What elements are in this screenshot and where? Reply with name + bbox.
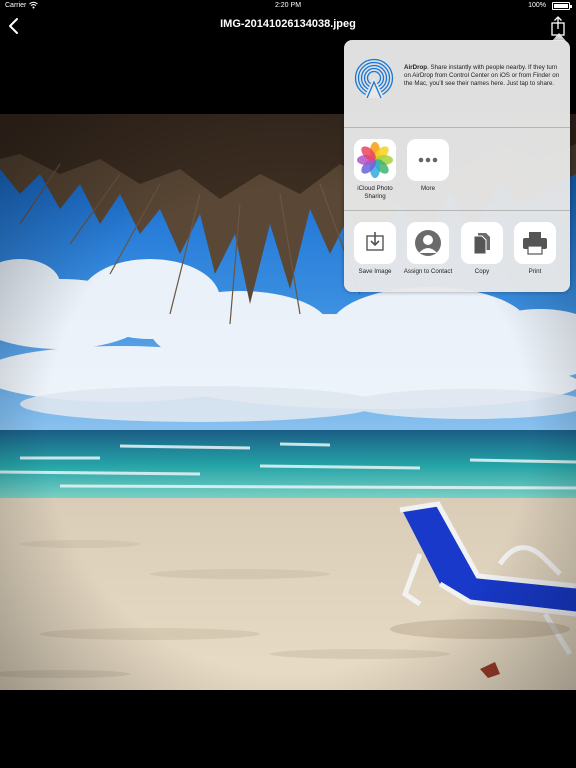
battery-percentage: 100%: [528, 2, 546, 9]
airdrop-icon: [354, 58, 394, 98]
clock: 2:20 PM: [274, 2, 302, 9]
airdrop-title: AirDrop: [404, 64, 428, 71]
share-app-icloud-photo-sharing[interactable]: iCloud Photo Sharing: [347, 139, 403, 201]
status-bar: Carrier 2:20 PM 100%: [0, 0, 576, 12]
copy-icon: [461, 222, 503, 264]
photos-icon: [354, 139, 396, 181]
action-label: Copy: [474, 268, 490, 275]
navigation-bar: IMG-20141026134038.jpeg: [0, 12, 576, 40]
action-print[interactable]: Print: [507, 222, 563, 276]
page-title: IMG-20141026134038.jpeg: [220, 18, 356, 30]
airdrop-description: AirDrop. Share instantly with people nea…: [404, 64, 562, 89]
action-assign-to-contact[interactable]: Assign to Contact: [400, 222, 456, 276]
battery-icon: [552, 2, 572, 10]
share-sheet: AirDrop. Share instantly with people nea…: [344, 40, 570, 292]
divider: [344, 127, 570, 128]
share-app-more[interactable]: More: [400, 139, 456, 193]
action-label: Assign to Contact: [403, 268, 453, 275]
more-icon: [407, 139, 449, 181]
share-app-label: iCloud Photo Sharing: [357, 185, 393, 200]
share-app-label: More: [420, 185, 436, 192]
save-image-icon: [354, 222, 396, 264]
divider: [344, 210, 570, 211]
action-copy[interactable]: Copy: [454, 222, 510, 276]
print-icon: [514, 222, 556, 264]
action-label: Print: [528, 268, 542, 275]
contact-icon: [407, 222, 449, 264]
action-save-image[interactable]: Save Image: [347, 222, 403, 276]
action-label: Save Image: [358, 268, 392, 275]
airdrop-section[interactable]: AirDrop. Share instantly with people nea…: [344, 40, 570, 127]
airdrop-body: . Share instantly with people nearby. If…: [404, 64, 560, 88]
